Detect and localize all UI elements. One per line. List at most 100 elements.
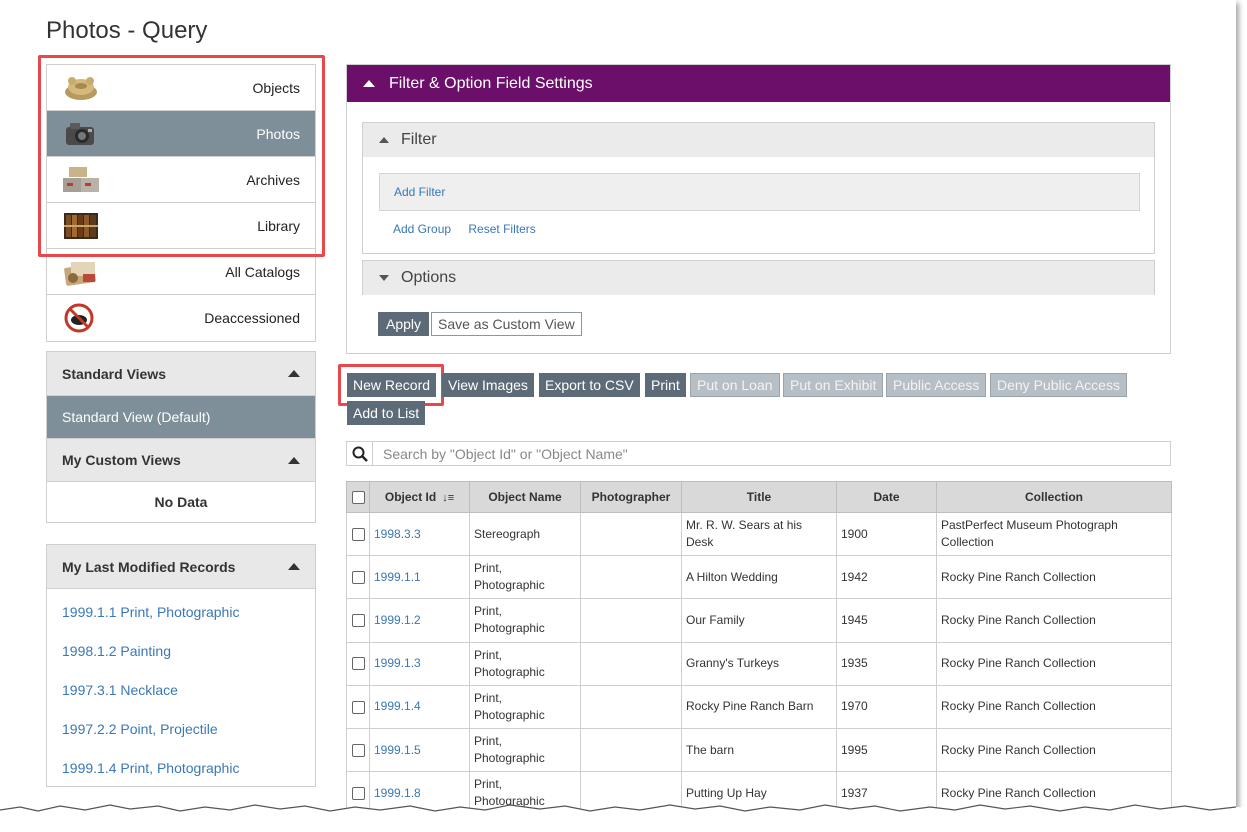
object-id-link[interactable]: 1999.1.3 bbox=[374, 656, 421, 670]
object-id-cell: 1999.1.5 bbox=[369, 727, 470, 773]
table-row: 1999.1.3 Print, Photographic Granny's Tu… bbox=[346, 641, 1172, 686]
camera-icon bbox=[66, 122, 94, 145]
select-all-checkbox[interactable] bbox=[351, 491, 365, 505]
row-checkbox[interactable] bbox=[351, 657, 365, 671]
column-header-photographer[interactable]: Photographer bbox=[580, 481, 682, 513]
options-section-header[interactable]: Options bbox=[363, 261, 1154, 295]
object-name-cell: Print, Photographic bbox=[469, 727, 581, 773]
custom-views-header[interactable]: My Custom Views bbox=[47, 438, 315, 482]
standard-views-header[interactable]: Standard Views bbox=[47, 352, 315, 396]
recent-record-link[interactable]: 1997.3.1 Necklace bbox=[47, 671, 315, 710]
torn-edge bbox=[0, 804, 1247, 832]
recent-record-link[interactable]: 1999.1.4 Print, Photographic bbox=[47, 749, 315, 788]
object-id-link[interactable]: 1999.1.8 bbox=[374, 786, 421, 800]
catalog-item-objects[interactable]: Objects bbox=[47, 65, 315, 111]
search-icon[interactable] bbox=[347, 442, 373, 465]
put-on-exhibit-button[interactable]: Put on Exhibit bbox=[783, 373, 884, 397]
search-input[interactable] bbox=[373, 443, 1170, 464]
add-to-list-button[interactable]: Add to List bbox=[347, 401, 426, 425]
row-checkbox[interactable] bbox=[351, 527, 365, 541]
object-id-link[interactable]: 1999.1.4 bbox=[374, 699, 421, 713]
photographer-cell bbox=[580, 727, 682, 773]
row-checkbox[interactable] bbox=[351, 787, 365, 801]
custom-views-title: My Custom Views bbox=[62, 452, 181, 468]
apply-button[interactable]: Apply bbox=[378, 312, 430, 336]
catalog-label: Archives bbox=[246, 171, 300, 188]
column-label: Object Id bbox=[384, 490, 437, 504]
catalog-label: Deaccessioned bbox=[204, 310, 300, 326]
collection-cell: Rocky Pine Ranch Collection bbox=[936, 727, 1172, 773]
collapse-icon[interactable] bbox=[288, 456, 300, 464]
photographer-cell bbox=[580, 598, 682, 643]
catalog-item-deaccessioned[interactable]: Deaccessioned bbox=[47, 295, 315, 341]
recent-records-panel: My Last Modified Records 1999.1.1 Print,… bbox=[46, 544, 316, 787]
catalog-item-all-catalogs[interactable]: All Catalogs bbox=[47, 249, 315, 295]
collapse-icon[interactable] bbox=[288, 370, 300, 377]
object-name-cell: Print, Photographic bbox=[469, 684, 581, 729]
object-name-cell: Print, Photographic bbox=[469, 555, 581, 600]
standard-views-title: Standard Views bbox=[62, 365, 167, 382]
reset-filters-link[interactable]: Reset Filters bbox=[468, 222, 535, 236]
collection-cell: Rocky Pine Ranch Collection bbox=[936, 684, 1172, 729]
collapse-icon[interactable] bbox=[288, 563, 300, 570]
row-checkbox[interactable] bbox=[351, 743, 365, 757]
catalog-label: Objects bbox=[252, 79, 300, 96]
sort-icon[interactable]: ↓≡ bbox=[442, 492, 454, 504]
recent-records-list: 1999.1.1 Print, Photographic 1998.1.2 Pa… bbox=[47, 589, 315, 796]
recent-records-header[interactable]: My Last Modified Records bbox=[47, 545, 315, 589]
date-cell: 1945 bbox=[836, 598, 937, 643]
recent-record-link[interactable]: 1999.1.1 Print, Photographic bbox=[47, 593, 315, 632]
column-header-date[interactable]: Date bbox=[836, 481, 937, 513]
catalog-item-library[interactable]: Library bbox=[47, 203, 315, 249]
table-row: 1999.1.5 Print, Photographic The barn 19… bbox=[346, 727, 1172, 773]
object-id-cell: 1999.1.1 bbox=[369, 555, 470, 600]
recent-records-title: My Last Modified Records bbox=[62, 558, 236, 575]
object-id-cell: 1998.3.3 bbox=[369, 511, 470, 557]
filter-options-header[interactable]: Filter & Option Field Settings bbox=[347, 65, 1170, 102]
catalog-nav: Objects Photos Archives Library All Cata… bbox=[46, 64, 316, 342]
row-checkbox[interactable] bbox=[351, 700, 365, 714]
view-images-button[interactable]: View Images bbox=[442, 373, 534, 397]
export-csv-button[interactable]: Export to CSV bbox=[539, 373, 640, 397]
filter-section-header[interactable]: Filter bbox=[363, 123, 1154, 157]
object-id-link[interactable]: 1999.1.2 bbox=[374, 613, 421, 627]
put-on-loan-button[interactable]: Put on Loan bbox=[690, 373, 780, 397]
photographer-cell bbox=[580, 511, 682, 557]
row-checkbox-cell bbox=[346, 684, 370, 729]
add-filter-button[interactable]: Add Filter bbox=[379, 173, 1140, 211]
object-id-link[interactable]: 1999.1.5 bbox=[374, 743, 421, 757]
recent-record-link[interactable]: 1997.2.2 Point, Projectile bbox=[47, 710, 315, 749]
deny-public-access-button[interactable]: Deny Public Access bbox=[990, 373, 1127, 397]
title-cell: Granny's Turkeys bbox=[681, 641, 837, 686]
date-cell: 1995 bbox=[836, 727, 937, 773]
all-catalogs-icon bbox=[64, 261, 96, 286]
catalog-item-photos[interactable]: Photos bbox=[47, 111, 315, 157]
column-header-title[interactable]: Title bbox=[681, 481, 837, 513]
standard-view-default[interactable]: Standard View (Default) bbox=[47, 396, 315, 438]
filter-options-title: Filter & Option Field Settings bbox=[389, 74, 593, 92]
save-custom-view-button[interactable]: Save as Custom View bbox=[431, 312, 582, 336]
catalog-item-archives[interactable]: Archives bbox=[47, 157, 315, 203]
object-id-link[interactable]: 1999.1.1 bbox=[374, 570, 421, 584]
row-checkbox-cell bbox=[346, 727, 370, 773]
recent-record-link[interactable]: 1998.1.2 Painting bbox=[47, 632, 315, 671]
object-id-link[interactable]: 1998.3.3 bbox=[374, 527, 421, 541]
column-header-object-id[interactable]: Object Id ↓≡ bbox=[369, 481, 470, 513]
row-checkbox-cell bbox=[346, 555, 370, 600]
app-window: Photos - Query Objects Photos Archives L… bbox=[0, 0, 1236, 822]
column-header-object-name[interactable]: Object Name bbox=[469, 481, 581, 513]
select-all-checkbox-cell bbox=[346, 481, 370, 513]
public-access-button[interactable]: Public Access bbox=[886, 373, 987, 397]
object-id-cell: 1999.1.2 bbox=[369, 598, 470, 643]
row-checkbox[interactable] bbox=[351, 571, 365, 585]
print-button[interactable]: Print bbox=[645, 373, 686, 397]
catalog-label: All Catalogs bbox=[225, 263, 300, 280]
date-cell: 1935 bbox=[836, 641, 937, 686]
row-checkbox[interactable] bbox=[351, 614, 365, 628]
add-group-link[interactable]: Add Group bbox=[393, 222, 451, 236]
new-record-button[interactable]: New Record bbox=[347, 373, 437, 397]
expand-icon bbox=[379, 275, 389, 281]
collection-cell: Rocky Pine Ranch Collection bbox=[936, 598, 1172, 643]
books-icon bbox=[64, 212, 98, 239]
column-header-collection[interactable]: Collection bbox=[936, 481, 1172, 513]
